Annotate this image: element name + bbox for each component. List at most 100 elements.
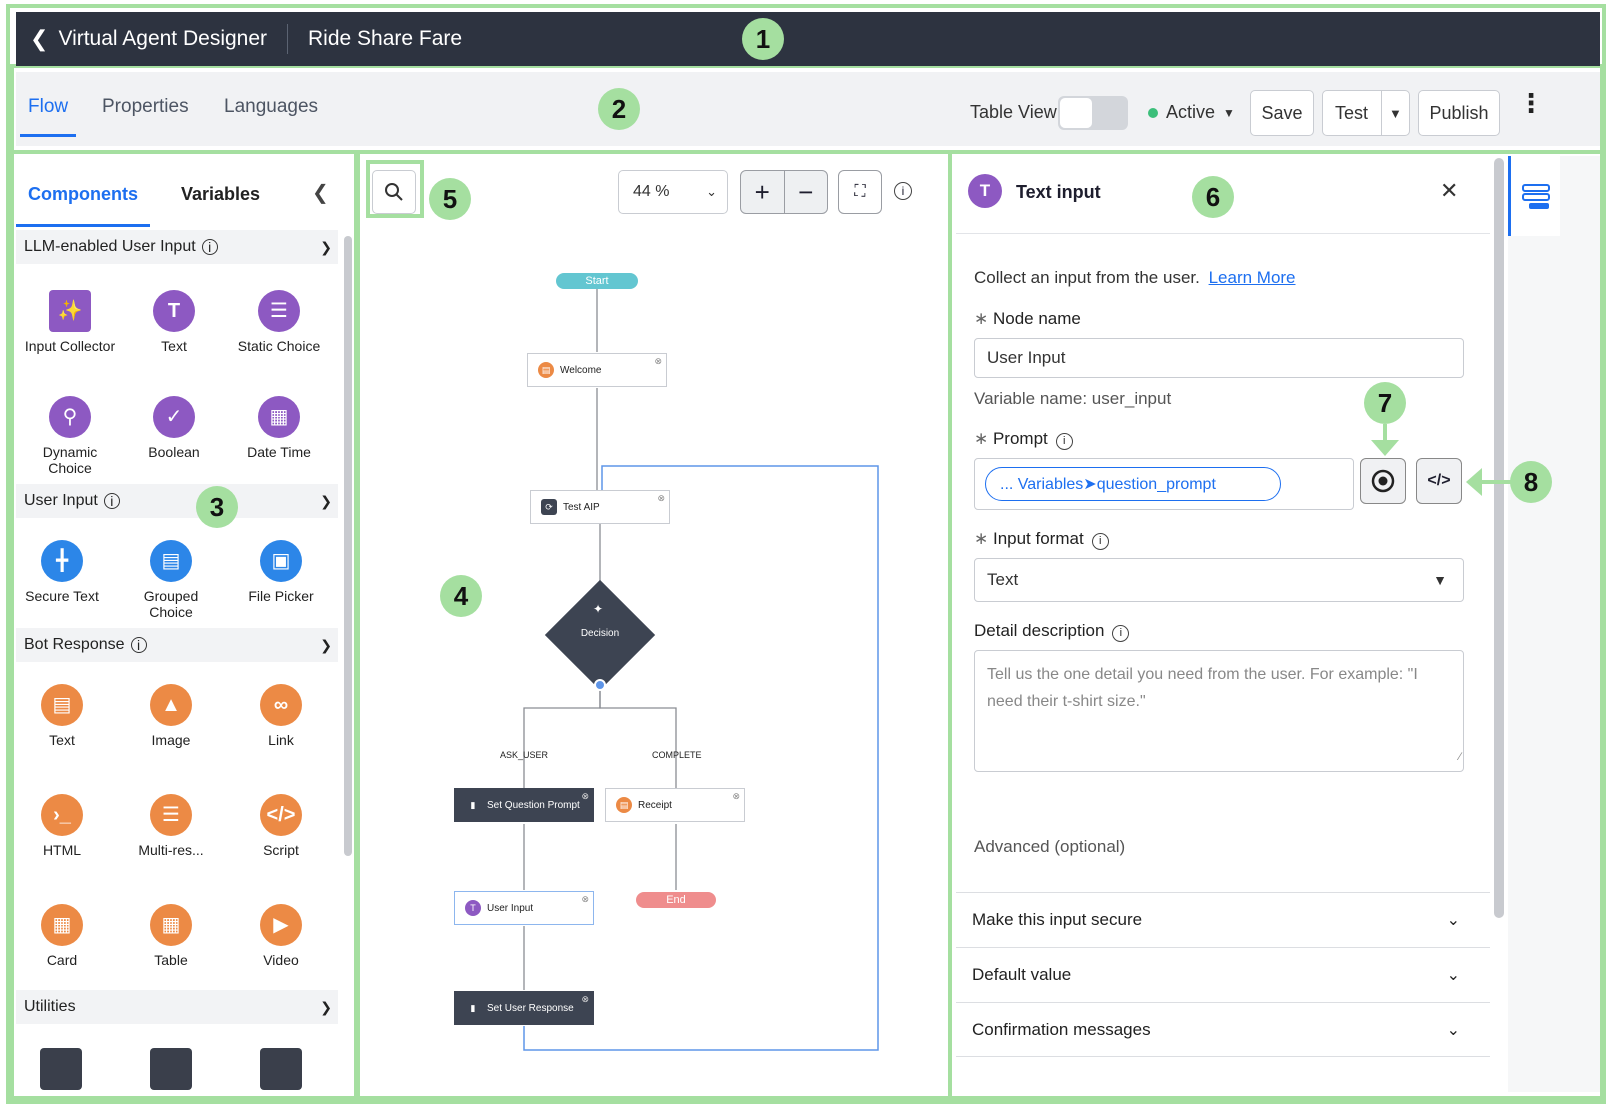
callout-7-arrowhead	[1371, 440, 1399, 456]
node-name-input[interactable]: User Input	[974, 338, 1464, 378]
back-link[interactable]: Virtual Agent Designer	[58, 27, 267, 51]
receipt-node[interactable]: ▤ Receipt ⊗	[605, 788, 745, 822]
required-asterisk-icon: ∗	[974, 529, 993, 548]
set-user-response-node[interactable]: ▮ Set User Response ⊗	[454, 991, 594, 1025]
component-table[interactable]: ▦ Table	[121, 904, 221, 968]
component-card[interactable]: ▦ Card	[16, 904, 112, 968]
tab-languages[interactable]: Languages	[224, 96, 318, 118]
prompt-variable-pill[interactable]: ... Variables➤question_prompt	[985, 467, 1281, 501]
component-multi-response[interactable]: ☰ Multi-res...	[121, 794, 221, 858]
component-label: Secure Text	[25, 588, 99, 604]
component-file-picker[interactable]: ▣ File Picker	[231, 540, 331, 604]
chevron-down-icon: ❯	[320, 636, 332, 653]
tab-flow[interactable]: Flow	[28, 96, 68, 118]
chevron-down-icon: ❯	[320, 238, 332, 255]
component-dynamic-choice[interactable]: ⚲ Dynamic Choice	[20, 396, 120, 476]
close-icon[interactable]: ⊗	[581, 994, 589, 1005]
multi-response-icon: ☰	[150, 794, 192, 836]
component-secure-text[interactable]: ╋ Secure Text	[16, 540, 112, 604]
text-message-icon: ▤	[41, 684, 83, 726]
component-label: Date Time	[247, 444, 311, 460]
test-button-label: Test	[1335, 102, 1369, 123]
callout-8: 8	[1510, 461, 1552, 503]
tab-properties[interactable]: Properties	[102, 96, 189, 118]
components-panel: Components Variables ❮ LLM-enabled User …	[16, 156, 354, 1092]
input-format-select[interactable]: Text ▼	[974, 558, 1464, 602]
user-input-node[interactable]: T User Input ⊗	[454, 891, 594, 925]
prompt-field[interactable]: ... Variables➤question_prompt	[974, 458, 1354, 510]
end-node[interactable]: End	[636, 892, 716, 908]
component-date-time[interactable]: ▦ Date Time	[229, 396, 329, 460]
component-label: Dynamic Choice	[42, 444, 98, 476]
close-icon[interactable]: ✕	[1440, 178, 1458, 204]
utility-component-icon[interactable]	[150, 1048, 192, 1090]
publish-button[interactable]: Publish	[1418, 90, 1500, 136]
component-script[interactable]: </> Script	[231, 794, 331, 858]
utility-component-icon[interactable]	[260, 1048, 302, 1090]
component-static-choice[interactable]: ☰ Static Choice	[229, 290, 329, 354]
component-label: Input Collector	[24, 338, 116, 354]
welcome-node[interactable]: ▤ Welcome ⊗	[527, 353, 667, 387]
script-button[interactable]: </>	[1416, 458, 1462, 504]
left-panel-scrollbar[interactable]	[344, 236, 352, 856]
component-html[interactable]: ›_ HTML	[16, 794, 112, 858]
component-label: Boolean	[148, 444, 200, 460]
component-label: Image	[151, 732, 191, 748]
test-dropdown-caret-icon[interactable]: ▼	[1389, 106, 1402, 121]
info-icon: i	[1112, 624, 1130, 642]
node-label: Receipt	[638, 799, 672, 811]
section-llm-user-input[interactable]: LLM-enabled User Input i ❯	[16, 230, 338, 264]
back-chevron-icon[interactable]: ❮	[30, 26, 48, 52]
component-label: Multi-res...	[138, 842, 204, 858]
accordion-make-input-secure[interactable]: Make this input secure ⌄	[956, 892, 1490, 947]
set-question-prompt-node[interactable]: ▮ Set Question Prompt ⊗	[454, 788, 594, 822]
section-user-input[interactable]: User Input i ❯	[16, 484, 338, 518]
component-grouped-choice[interactable]: ▤ Grouped Choice	[121, 540, 221, 620]
close-icon[interactable]: ⊗	[581, 894, 589, 905]
close-icon[interactable]: ⊗	[732, 791, 740, 802]
detail-description-textarea[interactable]: Tell us the one detail you need from the…	[974, 650, 1464, 772]
test-aip-node[interactable]: ⟳ Test AIP ⊗	[530, 490, 670, 524]
component-input-collector[interactable]: ✨ Input Collector	[20, 290, 120, 354]
flow-canvas[interactable]: 44 % ⌄ + − ⛶ i Start ▤ Welcome ⊗ ⟳ Test …	[362, 156, 944, 1092]
tab-components[interactable]: Components	[28, 184, 138, 205]
close-icon[interactable]: ⊗	[581, 791, 589, 802]
required-asterisk-icon: ∗	[974, 429, 993, 448]
test-button[interactable]: Test ▼	[1322, 90, 1410, 136]
component-bot-text[interactable]: ▤ Text	[16, 684, 112, 748]
dynamic-choice-icon: ⚲	[49, 396, 91, 438]
section-utilities[interactable]: Utilities ❯	[16, 990, 338, 1024]
component-video[interactable]: ▶ Video	[231, 904, 331, 968]
info-icon: i	[103, 493, 120, 509]
component-text[interactable]: T Text	[124, 290, 224, 354]
section-bot-response[interactable]: Bot Response i ❯	[16, 628, 338, 662]
close-icon[interactable]: ⊗	[654, 356, 662, 367]
toggle-knob	[1060, 98, 1092, 128]
component-label: Grouped Choice	[143, 588, 199, 620]
accordion-confirmation-messages[interactable]: Confirmation messages ⌄	[956, 1002, 1490, 1057]
target-icon	[1371, 469, 1395, 493]
page-title: Ride Share Fare	[308, 27, 463, 50]
save-button[interactable]: Save	[1250, 90, 1314, 136]
component-image[interactable]: ▲ Image	[121, 684, 221, 748]
advanced-section-label[interactable]: Advanced (optional)	[974, 837, 1125, 857]
table-view-toggle[interactable]	[1058, 96, 1128, 130]
start-node[interactable]: Start	[556, 273, 638, 289]
node-label: Welcome	[560, 364, 602, 376]
component-link[interactable]: ∞ Link	[231, 684, 331, 748]
close-icon[interactable]: ⊗	[657, 493, 665, 504]
condition-builder-button[interactable]	[1360, 458, 1406, 504]
component-boolean[interactable]: ✓ Boolean	[124, 396, 224, 460]
learn-more-link[interactable]: Learn More	[1209, 268, 1296, 287]
resize-handle-icon[interactable]: ∕	[1459, 744, 1461, 771]
active-status-dot-icon	[1148, 107, 1158, 118]
test-split-divider	[1381, 91, 1382, 135]
tab-variables[interactable]: Variables	[181, 184, 260, 205]
properties-rail-button[interactable]	[1508, 156, 1560, 236]
accordion-default-value[interactable]: Default value ⌄	[956, 947, 1490, 1002]
utility-component-icon[interactable]	[40, 1048, 82, 1090]
status-dropdown[interactable]: Active ▼	[1148, 102, 1235, 123]
more-options-icon[interactable]: ⋮	[1518, 90, 1544, 116]
collapse-panel-icon[interactable]: ❮	[312, 180, 329, 205]
properties-scrollbar[interactable]	[1494, 158, 1504, 918]
